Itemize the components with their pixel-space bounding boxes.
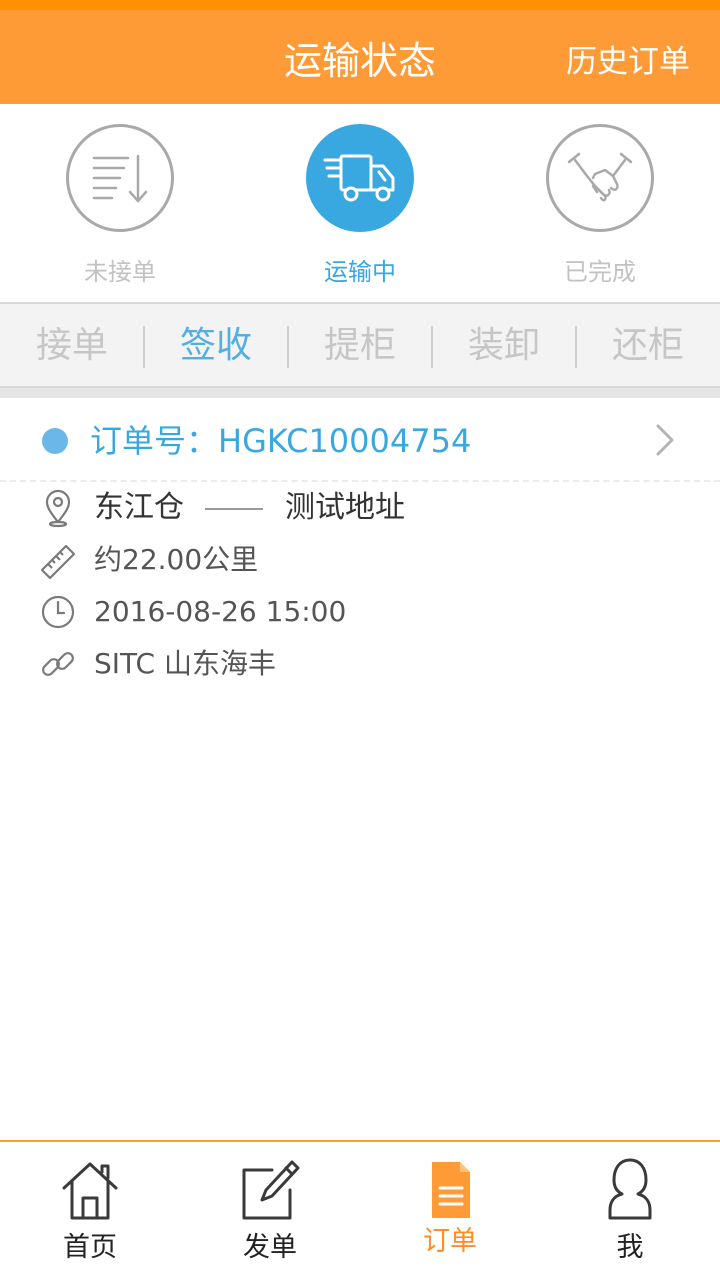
status-label-pending: 未接单 bbox=[84, 258, 156, 286]
step-pick-container[interactable]: 提柜 bbox=[288, 304, 432, 388]
route-destination: 测试地址 bbox=[285, 490, 405, 525]
tab-me[interactable]: 我 bbox=[540, 1142, 720, 1280]
tab-post-order-label: 发单 bbox=[243, 1232, 297, 1263]
location-pin-icon bbox=[45, 489, 71, 528]
tab-me-label: 我 bbox=[616, 1232, 644, 1263]
status-label-in-transit: 运输中 bbox=[324, 258, 396, 286]
order-status-dot bbox=[42, 428, 68, 454]
tab-orders[interactable]: 订单 bbox=[360, 1142, 540, 1280]
user-icon bbox=[608, 1158, 652, 1220]
edit-icon bbox=[242, 1160, 300, 1220]
ruler-icon bbox=[40, 544, 76, 580]
step-tabs: 接单 签收 提柜 装卸 还柜 bbox=[0, 302, 720, 388]
chevron-right-icon[interactable] bbox=[652, 422, 678, 458]
status-circle-completed bbox=[546, 124, 654, 232]
step-return-container[interactable]: 还柜 bbox=[576, 304, 720, 388]
route-connector bbox=[205, 508, 263, 510]
step-load-unload[interactable]: 装卸 bbox=[432, 304, 576, 388]
route-origin: 东江仓 bbox=[94, 490, 184, 525]
status-tab-pending[interactable]: 未接单 bbox=[20, 104, 220, 302]
status-tab-in-transit[interactable]: 运输中 bbox=[260, 104, 460, 302]
history-orders-button[interactable]: 历史订单 bbox=[566, 40, 690, 84]
home-icon bbox=[62, 1162, 118, 1220]
clock-icon bbox=[41, 595, 75, 629]
tab-post-order[interactable]: 发单 bbox=[180, 1142, 360, 1280]
order-number: 订单号：HGKC10004754 bbox=[90, 422, 472, 460]
section-divider bbox=[0, 388, 720, 398]
order-card[interactable]: 订单号：HGKC10004754 东江仓 测试地址 约22.00公里 2016-… bbox=[0, 398, 720, 698]
tab-home-label: 首页 bbox=[63, 1232, 117, 1263]
list-sort-icon bbox=[92, 154, 148, 203]
bottom-tab-bar: 首页 发单 订单 我 bbox=[0, 1140, 720, 1280]
status-circle-pending bbox=[66, 124, 174, 232]
link-icon bbox=[42, 652, 74, 676]
order-header-separator bbox=[0, 480, 720, 482]
order-distance: 约22.00公里 bbox=[94, 543, 259, 576]
app-header: 运输状态 历史订单 bbox=[0, 0, 720, 104]
order-document-icon bbox=[432, 1162, 470, 1218]
tab-orders-label: 订单 bbox=[423, 1226, 477, 1257]
step-sign[interactable]: 签收 bbox=[144, 304, 288, 388]
status-tabs: 未接单 运输中 已完成 bbox=[0, 104, 720, 302]
tab-home[interactable]: 首页 bbox=[0, 1142, 180, 1280]
truck-icon bbox=[323, 154, 395, 202]
step-accept[interactable]: 接单 bbox=[0, 304, 144, 388]
status-circle-in-transit bbox=[306, 124, 414, 232]
order-time: 2016-08-26 15:00 bbox=[94, 595, 347, 628]
status-label-completed: 已完成 bbox=[564, 258, 636, 286]
status-tab-completed[interactable]: 已完成 bbox=[500, 104, 700, 302]
handshake-icon bbox=[567, 152, 633, 202]
order-carrier: SITC 山东海丰 bbox=[94, 647, 276, 680]
